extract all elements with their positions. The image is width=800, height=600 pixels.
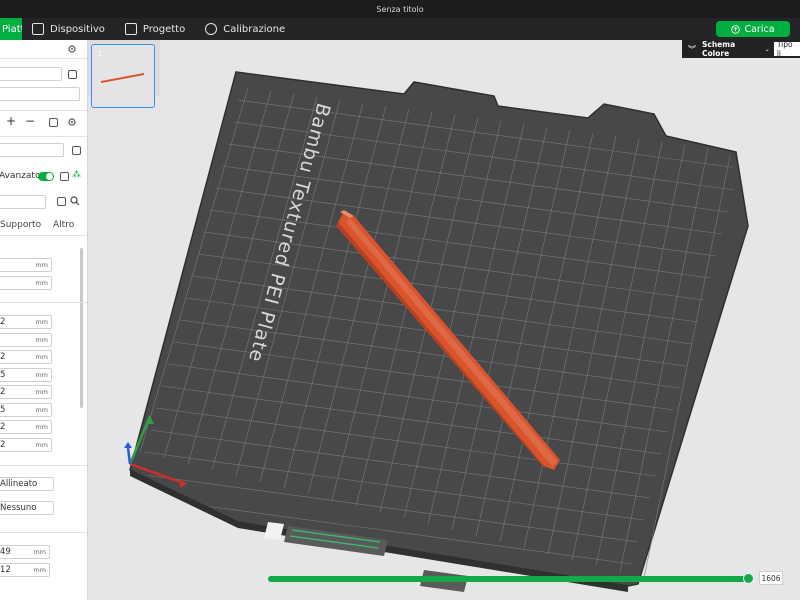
calibration-icon [205, 23, 218, 35]
tab-calibration-label: Calibrazione [223, 23, 286, 35]
plate-select[interactable] [0, 87, 80, 101]
filament-gear-icon[interactable] [67, 117, 77, 127]
settings-sidebar: + − Avanzato ⁂ Supporto Altro mm mm 2 mm … [0, 40, 88, 600]
printer-select[interactable] [0, 67, 62, 81]
upload-icon [731, 24, 741, 34]
edit-icon[interactable] [68, 70, 77, 79]
field-11[interactable]: 49 mm [0, 545, 50, 559]
layer-value: 1606 [759, 571, 783, 585]
tab-platform[interactable]: Piattaforma [0, 18, 22, 40]
add-icon[interactable]: + [6, 114, 16, 128]
search-icon[interactable] [70, 196, 80, 206]
tab-calibration[interactable]: Calibrazione [195, 18, 295, 40]
menu-bar: Piattaforma Dispositivo Progetto Calibra… [0, 18, 800, 40]
tab-project[interactable]: Progetto [115, 18, 195, 40]
advanced-toggle[interactable] [38, 172, 54, 181]
project-icon [124, 23, 137, 35]
tab-platform-label: Piattaforma [2, 23, 22, 35]
build-plate-scene: Bambu Textured PEI Plate [124, 71, 749, 592]
seam-dropdown[interactable]: Allineato [0, 477, 54, 491]
field-10[interactable]: 2 mm [0, 438, 52, 452]
layout-icon[interactable]: ⁂ [72, 170, 81, 180]
device-icon [32, 23, 44, 35]
search-input[interactable] [0, 195, 46, 209]
upload-button-label: Carica [744, 23, 775, 35]
process-select[interactable] [0, 143, 64, 157]
field-1[interactable]: mm [0, 258, 52, 272]
save-icon[interactable] [57, 197, 66, 206]
process-edit-icon[interactable] [72, 146, 81, 155]
tab-device-label: Dispositivo [50, 23, 105, 35]
field-12[interactable]: 12 mm [0, 563, 50, 577]
layer-slider-track[interactable] [268, 576, 748, 582]
upload-button[interactable]: Carica [716, 21, 790, 37]
remove-icon[interactable]: − [25, 114, 35, 128]
3d-viewport[interactable]: 1 ︾ Schema Colore ⌄ Tipo li Bambu Textur… [88, 40, 800, 600]
filament-sync-icon[interactable] [49, 118, 58, 127]
field-4[interactable]: mm [0, 333, 52, 347]
compare-icon[interactable] [60, 172, 69, 181]
tab-device[interactable]: Dispositivo [22, 18, 115, 40]
field-2[interactable]: mm [0, 276, 52, 290]
advanced-label: Avanzato [0, 171, 41, 181]
field-5[interactable]: 2 mm [0, 350, 52, 364]
field-8[interactable]: 5 mm [0, 403, 52, 417]
field-6[interactable]: 5 mm [0, 368, 52, 382]
title-bar: Senza titolo [0, 0, 800, 18]
layer-slider-handle[interactable] [743, 573, 754, 584]
tab-other[interactable]: Altro [53, 220, 74, 230]
field-3[interactable]: 2 mm [0, 315, 52, 329]
gear-icon[interactable] [67, 44, 77, 54]
option-dropdown[interactable]: Nessuno [0, 501, 54, 515]
window-title: Senza titolo [376, 4, 424, 14]
tab-project-label: Progetto [142, 23, 186, 35]
field-9[interactable]: 2 mm [0, 420, 52, 434]
tab-support[interactable]: Supporto [0, 220, 41, 230]
sidebar-scrollbar[interactable] [80, 248, 83, 408]
field-7[interactable]: 2 mm [0, 385, 52, 399]
